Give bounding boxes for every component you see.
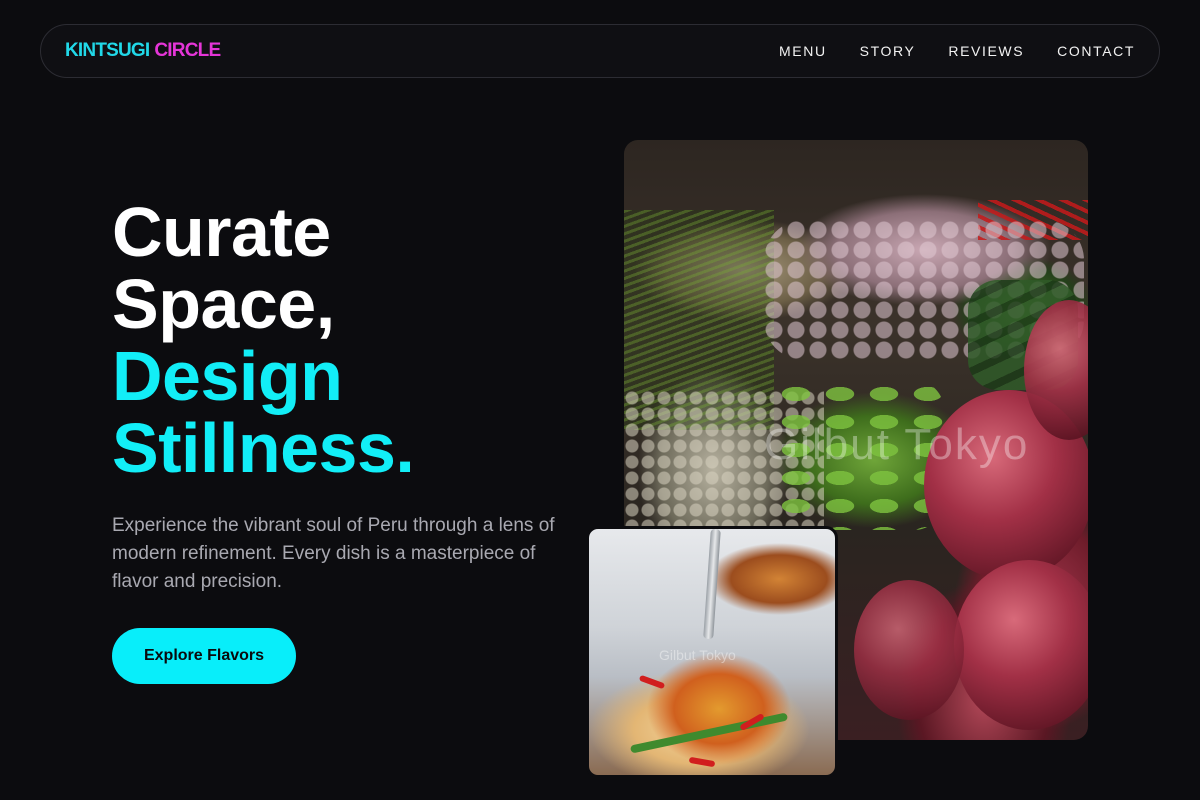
nav-link-menu[interactable]: MENU <box>779 43 827 59</box>
red-pepper-strip <box>638 674 666 690</box>
headline-line-4: Stillness. <box>112 409 415 487</box>
nav-links: MENU STORY REVIEWS CONTACT <box>779 43 1135 59</box>
hero-description: Experience the vibrant soul of Peru thro… <box>112 515 555 592</box>
red-pepper-strip <box>688 756 716 768</box>
brand-logo-part2: CIRCLE <box>154 40 221 61</box>
headline-line-1: Curate <box>112 193 331 271</box>
headline-line-3: Design <box>112 337 343 415</box>
photo-watermark-small: Gilbut Tokyo <box>659 647 736 663</box>
hero-headline: Curate Space, Design Stillness. <box>112 196 582 484</box>
brand-logo-part1: KINTSUGI <box>65 40 150 61</box>
nav-link-story[interactable]: STORY <box>860 43 916 59</box>
pasta-dish-photo: Gilbut Tokyo <box>586 526 838 778</box>
explore-flavors-button[interactable]: Explore Flavors <box>112 628 296 684</box>
landing-page: KINTSUGI CIRCLE MENU STORY REVIEWS CONTA… <box>0 0 1200 800</box>
headline-line-2: Space, <box>112 265 335 343</box>
nav-link-contact[interactable]: CONTACT <box>1057 43 1135 59</box>
herb-garnish <box>629 712 789 754</box>
hero-section: Curate Space, Design Stillness. Experien… <box>112 196 582 684</box>
fork <box>703 529 721 640</box>
photo-watermark: Gilbut Tokyo <box>764 420 1030 469</box>
nav-link-reviews[interactable]: REVIEWS <box>948 43 1024 59</box>
red-onion <box>954 560 1088 730</box>
top-nav: KINTSUGI CIRCLE MENU STORY REVIEWS CONTA… <box>40 24 1160 78</box>
brand-logo[interactable]: KINTSUGI CIRCLE <box>65 40 221 62</box>
red-onion <box>854 580 964 720</box>
